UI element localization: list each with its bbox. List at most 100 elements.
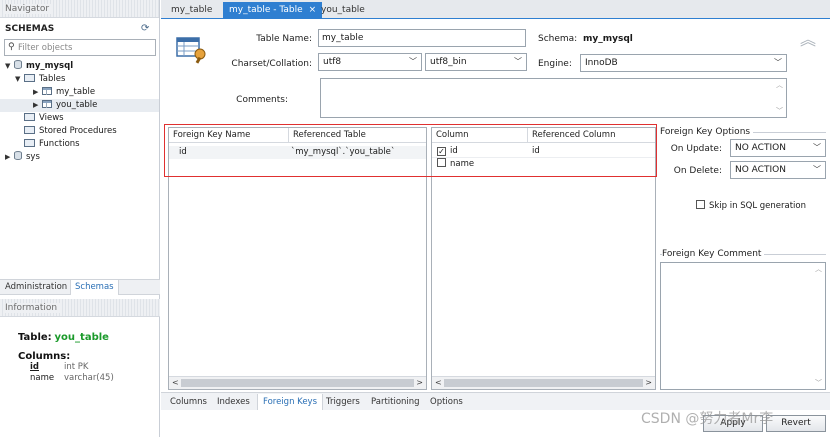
- scroll-left-icon[interactable]: <: [435, 377, 442, 389]
- scroll-thumb[interactable]: [181, 379, 414, 387]
- info-column: id int PK: [30, 362, 158, 373]
- info-column: name varchar(45): [30, 373, 158, 384]
- charset-select[interactable]: utf8 ﹀: [318, 53, 422, 71]
- column-name: name: [450, 159, 475, 169]
- skip-sql-checkbox[interactable]: Skip in SQL generation: [696, 200, 806, 211]
- foreign-key-grid[interactable]: Foreign Key Name Referenced Table id `my…: [168, 127, 427, 390]
- column-checkbox-cell[interactable]: ✓ id: [437, 145, 458, 158]
- fk-comment-textarea[interactable]: ︿ ﹀: [660, 262, 826, 390]
- tree-schema-my-mysql[interactable]: ▼ my_mysql: [5, 60, 159, 73]
- engine-select[interactable]: InnoDB ﹀: [580, 54, 787, 72]
- info-column-name: name: [30, 373, 55, 383]
- tree-folder-procedures[interactable]: Stored Procedures: [5, 125, 159, 138]
- table-row[interactable]: name: [432, 158, 655, 171]
- tab-options[interactable]: Options: [425, 394, 468, 410]
- column-checkbox-cell[interactable]: name: [437, 158, 474, 171]
- on-update-select[interactable]: NO ACTION ﹀: [730, 139, 826, 157]
- refresh-icon[interactable]: ⟳: [141, 23, 152, 34]
- tree-schema-sys[interactable]: ▶ sys: [5, 151, 159, 164]
- scroll-down-icon[interactable]: ﹀: [776, 106, 783, 116]
- info-table-label: Table:: [18, 332, 52, 343]
- scroll-right-icon[interactable]: >: [416, 377, 423, 389]
- chevron-down-icon: ﹀: [514, 57, 522, 66]
- tab-columns[interactable]: Columns: [165, 394, 212, 410]
- scroll-up-icon[interactable]: ︿: [815, 264, 822, 274]
- schema-value: my_mysql: [583, 34, 633, 44]
- table-row[interactable]: id `my_mysql`.`you_table`: [169, 146, 426, 159]
- column-header[interactable]: Foreign Key Name: [169, 128, 289, 143]
- column-header[interactable]: Referenced Column: [528, 128, 656, 143]
- tree-folder-functions[interactable]: Functions: [5, 138, 159, 151]
- filter-box[interactable]: ⚲: [4, 39, 156, 56]
- functions-folder-icon: [24, 139, 35, 147]
- column-header[interactable]: Referenced Table: [289, 128, 427, 143]
- tree-folder-views[interactable]: Views: [5, 112, 159, 125]
- collation-value: utf8_bin: [430, 57, 467, 67]
- watermark: CSDN @努力者Mr李: [641, 411, 774, 427]
- fk-options-title: Foreign Key Options: [660, 127, 754, 137]
- checkbox-checked-icon[interactable]: ✓: [437, 147, 446, 156]
- navigator-tabs: Administration Schemas: [0, 279, 160, 295]
- checkbox-unchecked-icon[interactable]: [437, 158, 446, 167]
- editor-tabbar: my_table my_table - Table × you_table: [161, 0, 830, 19]
- column-header[interactable]: Column: [432, 128, 528, 143]
- collation-select[interactable]: utf8_bin ﹀: [425, 53, 527, 71]
- tab-schemas[interactable]: Schemas: [70, 280, 119, 295]
- table-row[interactable]: ✓ id id: [432, 145, 655, 158]
- filter-input[interactable]: [18, 41, 153, 54]
- horizontal-scrollbar[interactable]: < >: [432, 376, 655, 389]
- collapse-up-icon[interactable]: ︽: [800, 26, 816, 50]
- tab-you-table[interactable]: you_table: [315, 2, 371, 19]
- information-panel: Table: you_table Columns: id int PK name v…: [18, 332, 158, 384]
- fk-comment-title: Foreign Key Comment: [662, 249, 765, 259]
- scroll-right-icon[interactable]: >: [645, 377, 652, 389]
- tab-my-table-editor[interactable]: my_table - Table ×: [223, 2, 323, 19]
- comments-textarea[interactable]: ︿ ﹀: [320, 78, 787, 118]
- collapse-arrow-icon[interactable]: ▶: [33, 86, 42, 99]
- table-name-input[interactable]: my_table: [318, 29, 526, 47]
- tab-partitioning[interactable]: Partitioning: [366, 394, 425, 410]
- scroll-down-icon[interactable]: ﹀: [815, 378, 822, 388]
- engine-value: InnoDB: [585, 58, 618, 68]
- scroll-thumb[interactable]: [444, 379, 643, 387]
- folder-label: Tables: [39, 74, 66, 84]
- on-delete-select[interactable]: NO ACTION ﹀: [730, 161, 826, 179]
- tree-folder-tables[interactable]: ▼ Tables: [5, 73, 159, 86]
- folder-label: Functions: [39, 139, 80, 149]
- fk-name-cell[interactable]: id: [179, 146, 187, 159]
- fk-column-grid[interactable]: Column Referenced Column ✓ id id name < >: [431, 127, 656, 390]
- tree-table-my-table[interactable]: ▶ my_table: [5, 86, 159, 99]
- charset-value: utf8: [323, 57, 342, 67]
- skip-sql-label: Skip in SQL generation: [709, 201, 806, 211]
- checkbox-unchecked-icon[interactable]: [696, 200, 705, 209]
- column-name: id: [450, 146, 458, 156]
- on-delete-label: On Delete:: [673, 166, 722, 176]
- tab-indexes[interactable]: Indexes: [212, 394, 255, 410]
- database-icon: [14, 151, 22, 160]
- scroll-up-icon[interactable]: ︿: [776, 80, 783, 90]
- tab-triggers[interactable]: Triggers: [321, 394, 365, 410]
- collapse-arrow-icon[interactable]: ▶: [33, 99, 42, 112]
- information-header: Information: [0, 299, 160, 317]
- expand-arrow-icon[interactable]: ▼: [5, 60, 14, 73]
- tab-foreign-keys[interactable]: Foreign Keys: [257, 394, 324, 410]
- comments-label: Comments:: [236, 95, 288, 105]
- procedures-folder-icon: [24, 126, 35, 134]
- schema-label: Schema:: [538, 34, 578, 44]
- horizontal-scrollbar[interactable]: < >: [169, 376, 426, 389]
- tables-folder-icon: [24, 74, 35, 82]
- tree-table-you-table[interactable]: ▶ you_table: [0, 99, 159, 112]
- info-column-type: int PK: [64, 362, 89, 372]
- on-delete-value: NO ACTION: [735, 165, 786, 175]
- collapse-arrow-icon[interactable]: ▶: [5, 151, 14, 164]
- fk-ref-table-cell[interactable]: `my_mysql`.`you_table`: [291, 146, 395, 159]
- ref-column-cell[interactable]: id: [532, 145, 540, 158]
- chevron-down-icon: ﹀: [813, 165, 821, 174]
- tab-administration[interactable]: Administration: [1, 280, 71, 295]
- revert-button[interactable]: Revert: [766, 415, 826, 432]
- tab-my-table[interactable]: my_table: [165, 2, 218, 19]
- scroll-left-icon[interactable]: <: [172, 377, 179, 389]
- table-label: my_table: [56, 87, 96, 97]
- schemas-title: SCHEMAS: [5, 24, 55, 34]
- expand-arrow-icon[interactable]: ▼: [15, 73, 24, 86]
